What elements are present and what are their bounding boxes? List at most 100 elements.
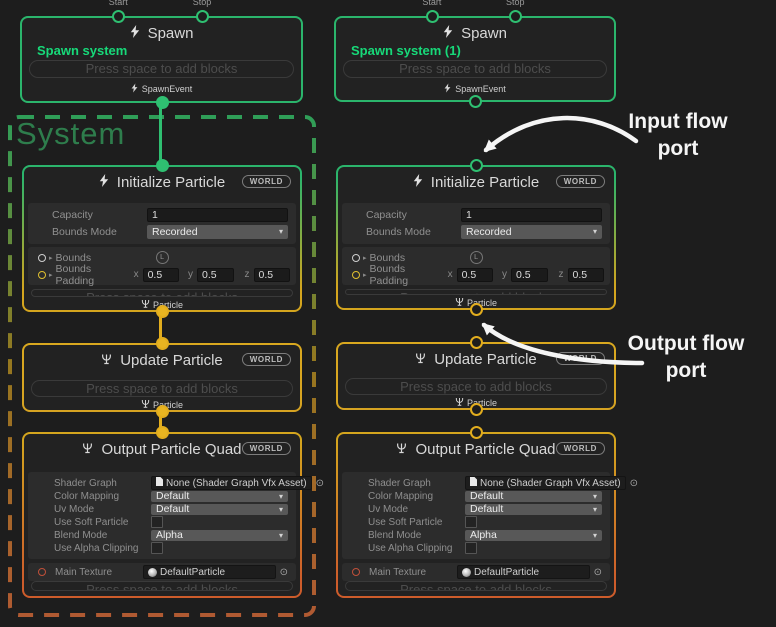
vfx-graph-canvas[interactable]: System Start Stop Spawn Spawn system Pre…	[0, 0, 776, 627]
object-picker-icon[interactable]: ⊙	[280, 567, 288, 578]
input-port-main-texture[interactable]	[38, 568, 46, 576]
x-field[interactable]: 0.5	[457, 268, 493, 282]
expander-icon[interactable]: ▸	[49, 271, 53, 279]
flow-port-stop[interactable]	[196, 10, 209, 23]
y-field[interactable]: 0.5	[197, 268, 233, 282]
expander-icon[interactable]: ▸	[49, 254, 53, 262]
input-flow-port-annotation: Input flow port	[598, 108, 758, 162]
add-blocks-placeholder[interactable]: Press space to add blocks	[31, 581, 293, 591]
y-field[interactable]: 0.5	[511, 268, 547, 282]
lightning-icon	[130, 25, 140, 42]
node-spawn-left[interactable]: Start Stop Spawn Spawn system Press spac…	[20, 16, 303, 103]
flow-port-update-input[interactable]	[156, 337, 169, 350]
node-spawn-right[interactable]: Start Stop Spawn Spawn system (1) Press …	[334, 16, 616, 102]
particle-icon	[396, 441, 407, 458]
blend-mode-dropdown[interactable]: Alpha ▾	[465, 530, 602, 541]
add-blocks-placeholder[interactable]: Press space to add blocks	[343, 60, 607, 78]
document-icon	[470, 477, 477, 489]
input-port-bounds-padding[interactable]	[352, 271, 360, 279]
input-port-bounds-padding[interactable]	[38, 271, 46, 279]
capacity-field[interactable]: 1	[461, 208, 602, 222]
shader-graph-field[interactable]: None (Shader Graph Vfx Asset)	[151, 476, 312, 490]
node-output-right[interactable]: Output Particle Quad WORLD Shader Graph …	[336, 432, 616, 598]
node-title: Update Particle	[120, 352, 223, 369]
use-alpha-clipping-checkbox[interactable]	[465, 542, 477, 554]
node-title: Output Particle Quad	[415, 441, 555, 458]
add-blocks-placeholder[interactable]: Press space to add blocks	[345, 378, 607, 395]
expander-icon[interactable]: ▸	[363, 254, 367, 262]
add-blocks-placeholder[interactable]: Press space to add blocks	[29, 60, 294, 78]
document-icon	[156, 477, 163, 489]
lightning-icon	[99, 174, 109, 191]
flow-port-start[interactable]	[426, 10, 439, 23]
main-texture-field[interactable]: DefaultParticle	[457, 565, 590, 579]
dropdown-caret-icon: ▾	[593, 225, 597, 239]
flow-port-update-output[interactable]	[470, 403, 483, 416]
color-mapping-label: Color Mapping	[368, 491, 465, 502]
capacity-field[interactable]: 1	[147, 208, 288, 222]
local-space-icon[interactable]: L	[156, 251, 169, 264]
node-update-left[interactable]: Update Particle WORLD Press space to add…	[22, 343, 302, 412]
uv-mode-dropdown[interactable]: Default ▾	[465, 504, 602, 515]
world-space-badge: WORLD	[242, 175, 291, 188]
add-blocks-placeholder[interactable]: Press space to add blocks	[31, 380, 293, 397]
world-space-badge: WORLD	[242, 353, 291, 366]
input-port-main-texture[interactable]	[352, 568, 360, 576]
bounds-mode-label: Bounds Mode	[366, 226, 461, 238]
blend-mode-dropdown[interactable]: Alpha ▾	[151, 530, 288, 541]
z-field[interactable]: 0.5	[254, 268, 290, 282]
use-alpha-clipping-checkbox[interactable]	[151, 542, 163, 554]
capacity-label: Capacity	[366, 209, 461, 221]
color-mapping-dropdown[interactable]: Default ▾	[465, 491, 602, 502]
spawn-event-label: SpawnEvent	[142, 84, 193, 94]
particle-icon	[455, 397, 464, 409]
flow-port-initialize-output[interactable]	[470, 303, 483, 316]
input-port-bounds[interactable]	[352, 254, 360, 262]
uv-mode-label: Uv Mode	[54, 504, 151, 515]
object-picker-icon[interactable]: ⊙	[316, 478, 324, 489]
output-flow-port-annotation: Output flow port	[600, 330, 772, 384]
expander-icon[interactable]: ▸	[363, 271, 367, 279]
uv-mode-dropdown[interactable]: Default ▾	[151, 504, 288, 515]
use-soft-particle-checkbox[interactable]	[151, 516, 163, 528]
system-name-label[interactable]: Spawn system (1)	[351, 43, 614, 58]
flow-port-initialize-input[interactable]	[470, 159, 483, 172]
bounds-padding-label: Bounds Padding	[56, 263, 112, 287]
system-container-title: System	[16, 116, 125, 152]
input-port-bounds[interactable]	[38, 254, 46, 262]
z-field[interactable]: 0.5	[568, 268, 604, 282]
flow-port-initialize-output[interactable]	[156, 305, 169, 318]
add-blocks-placeholder[interactable]: Press space to add blocks	[345, 581, 607, 591]
flow-port-spawn-output[interactable]	[156, 96, 169, 109]
flow-port-update-output[interactable]	[156, 405, 169, 418]
flow-port-output-input[interactable]	[470, 426, 483, 439]
flow-port-start[interactable]	[112, 10, 125, 23]
local-space-icon[interactable]: L	[470, 251, 483, 264]
node-initialize-right[interactable]: Initialize Particle WORLD Capacity 1 Bou…	[336, 165, 616, 310]
node-title: Initialize Particle	[117, 174, 225, 191]
flow-port-update-input[interactable]	[470, 336, 483, 349]
bounds-mode-dropdown[interactable]: Recorded ▾	[461, 225, 602, 239]
flow-port-initialize-input[interactable]	[156, 159, 169, 172]
node-update-right[interactable]: Update Particle WORLD Press space to add…	[336, 342, 616, 410]
bounds-mode-dropdown[interactable]: Recorded ▾	[147, 225, 288, 239]
x-field[interactable]: 0.5	[143, 268, 179, 282]
system-name-label[interactable]: Spawn system	[37, 43, 301, 58]
flow-edge-spawn-initialize[interactable]	[159, 101, 162, 167]
object-picker-icon[interactable]: ⊙	[630, 478, 638, 489]
node-output-left[interactable]: Output Particle Quad WORLD Shader Graph …	[22, 432, 302, 598]
flow-port-output-input[interactable]	[156, 426, 169, 439]
node-initialize-left[interactable]: Initialize Particle WORLD Capacity 1 Bou…	[22, 165, 302, 312]
node-title: Output Particle Quad	[101, 441, 241, 458]
color-mapping-dropdown[interactable]: Default ▾	[151, 491, 288, 502]
flow-port-stop[interactable]	[509, 10, 522, 23]
add-blocks-placeholder[interactable]: Press space to add blocks	[31, 289, 293, 297]
use-soft-particle-checkbox[interactable]	[465, 516, 477, 528]
object-picker-icon[interactable]: ⊙	[594, 567, 602, 578]
add-blocks-placeholder[interactable]: Press space to add blocks	[345, 289, 607, 295]
flow-port-spawn-output[interactable]	[469, 95, 482, 108]
blend-mode-label: Blend Mode	[54, 530, 151, 541]
texture-thumbnail-icon	[462, 568, 471, 577]
main-texture-field[interactable]: DefaultParticle	[143, 565, 276, 579]
shader-graph-field[interactable]: None (Shader Graph Vfx Asset)	[465, 476, 626, 490]
